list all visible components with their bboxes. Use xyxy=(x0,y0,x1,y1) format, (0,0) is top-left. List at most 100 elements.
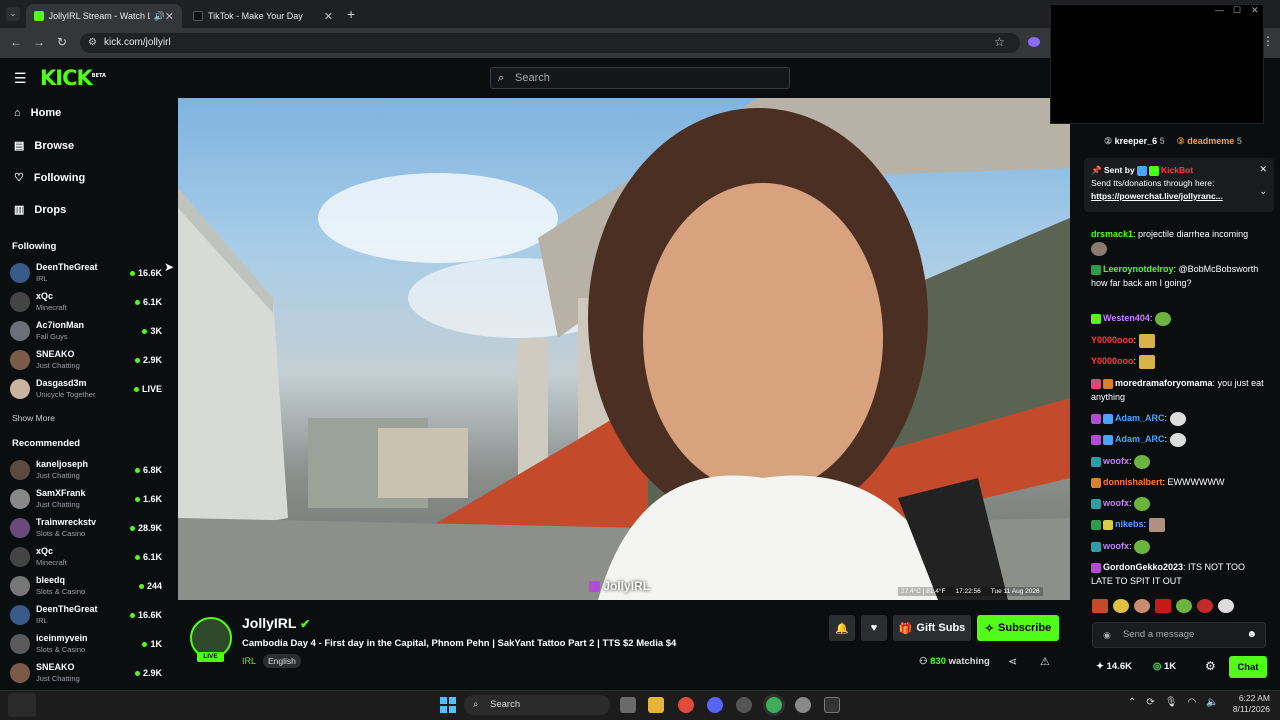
unpin-icon[interactable]: ✕ xyxy=(1259,163,1267,176)
forward-icon[interactable]: → xyxy=(33,35,45,49)
stream-title: Cambodia Day 4 - First day in the Capita… xyxy=(242,638,677,649)
pinned-link[interactable]: https://powerchat.live/jollyranc... xyxy=(1091,190,1267,203)
stream-watermark: JollyIRL xyxy=(589,579,650,593)
chevron-up-icon[interactable]: ⌃ xyxy=(1128,697,1136,708)
microphone-icon[interactable]: 🎙 xyxy=(1165,697,1178,708)
category-link[interactable]: IRL xyxy=(242,656,256,666)
nav-label: Browse xyxy=(34,139,75,152)
close-tab-icon[interactable]: ✕ xyxy=(324,10,333,23)
gift-subs-button[interactable]: 🎁 Gift Subs xyxy=(893,615,971,641)
sub-badge-icon xyxy=(1091,541,1101,552)
task-view-icon[interactable] xyxy=(620,697,636,713)
overlay-window[interactable]: — ☐ ✕ xyxy=(1050,4,1264,124)
terminal-icon[interactable] xyxy=(824,697,840,713)
show-more-link[interactable]: Show More xyxy=(12,413,55,423)
kick-logo[interactable]: KICKBETA xyxy=(40,66,106,90)
site-info-icon[interactable]: ⚙ xyxy=(88,37,97,48)
language-tag[interactable]: English xyxy=(263,654,301,668)
wifi-icon[interactable]: ◠ xyxy=(1187,697,1196,708)
recommended-channel[interactable]: iceinmyvein Slots & Casino 1K xyxy=(10,630,162,658)
emote-icon[interactable] xyxy=(1113,599,1129,613)
coins-stat: ◎ 1K xyxy=(1153,661,1177,672)
leaderboard-entry[interactable]: ② kreeper_6 5 xyxy=(1104,136,1165,147)
sync-icon[interactable]: ⟳ xyxy=(1146,697,1154,708)
following-channel[interactable]: DeenTheGreat IRL 16.6K xyxy=(10,259,162,287)
watermark-logo-icon xyxy=(589,581,600,593)
video-player[interactable]: JollyIRL 27.4°C | 81.4°F 17:22:56 Tue 11… xyxy=(178,98,1070,600)
overlay-maximize-icon[interactable]: ☐ xyxy=(1233,5,1241,16)
notifications-bell-button[interactable]: 🔔 xyxy=(829,615,855,641)
recommended-channel[interactable]: Trainwreckstv Slots & Casino 28.9K xyxy=(10,514,162,542)
recommended-channel[interactable]: bleedq Slots & Casino 244 xyxy=(10,572,162,600)
recommended-channel[interactable]: DeenTheGreat IRL 16.6K xyxy=(10,601,162,629)
emote-icon[interactable] xyxy=(1155,599,1171,613)
tab-tiktok[interactable]: TikTok - Make Your Day ✕ xyxy=(185,4,341,28)
new-tab-icon[interactable]: + xyxy=(347,6,355,22)
system-tray: ⌃ ⟳ 🎙 ◠ 🔈 xyxy=(1128,697,1219,708)
chat-leaderboard: ② kreeper_6 5 ③ deadmeme 5 xyxy=(1104,136,1242,147)
sub-badge-icon xyxy=(1091,456,1101,467)
volume-icon[interactable]: 🔈 xyxy=(1206,697,1218,708)
viewer-count: ⚇ 830 watching xyxy=(919,656,990,667)
overlay-close-icon[interactable]: ✕ xyxy=(1251,5,1259,16)
chat-message: Adam_ARC: xyxy=(1091,411,1266,426)
windows-start-icon[interactable] xyxy=(440,697,456,713)
nav-drops[interactable]: ▥ Drops xyxy=(14,203,66,217)
recommended-channel[interactable]: SamXFrank Just Chatting 1.6K xyxy=(10,485,162,513)
file-explorer-icon[interactable] xyxy=(648,697,664,713)
emote-icon[interactable] xyxy=(1176,599,1192,613)
emote-icon[interactable] xyxy=(1092,599,1108,613)
bookmark-star-icon[interactable]: ☆ xyxy=(994,35,1005,49)
chat-settings-icon[interactable]: ◉ xyxy=(1103,623,1111,647)
nav-following[interactable]: ♡ Following xyxy=(14,171,85,185)
widgets-button[interactable] xyxy=(8,693,36,717)
tab-jollyirl[interactable]: JollyIRL Stream - Watch Live 🔊 ✕ xyxy=(26,4,182,28)
clock[interactable]: 6:22 AM 8/11/2026 xyxy=(1224,693,1270,715)
overlay-minimize-icon[interactable]: — xyxy=(1215,5,1224,15)
chrome-icon[interactable] xyxy=(678,697,694,713)
following-channel[interactable]: SNEAKO Just Chatting 2.9K xyxy=(10,346,162,374)
following-channel[interactable]: Dasgasd3m Unicycle Together LIVE xyxy=(10,375,162,403)
search-input[interactable]: ⌕ Search xyxy=(490,67,790,89)
settings-icon[interactable] xyxy=(795,697,811,713)
channel-name[interactable]: JollyIRL ✔ xyxy=(242,615,310,631)
recommended-channel[interactable]: xQc Minecraft 6.1K xyxy=(10,543,162,571)
nav-browse[interactable]: ▤ Browse xyxy=(14,139,75,153)
following-channel[interactable]: xQc Minecraft 6.1K xyxy=(10,288,162,316)
leaderboard-entry[interactable]: ③ deadmeme 5 xyxy=(1177,136,1242,147)
recommended-channel[interactable]: kaneljoseph Just Chatting 6.8K xyxy=(10,456,162,484)
chat-send-button[interactable]: Chat xyxy=(1229,656,1267,678)
app-icon[interactable] xyxy=(736,697,752,713)
emoji-icon[interactable]: ☻ xyxy=(1246,623,1257,647)
tab-search-button[interactable]: ⌄ xyxy=(6,7,20,21)
report-icon[interactable]: ⚠ xyxy=(1040,655,1050,668)
gifter-badge-icon xyxy=(1103,378,1113,389)
chat-input[interactable]: ◉ Send a message ☻ xyxy=(1092,622,1266,648)
reload-icon[interactable]: ↻ xyxy=(57,35,67,49)
follow-button[interactable]: ♥ xyxy=(861,615,887,641)
subscribe-button[interactable]: ✧ Subscribe xyxy=(977,615,1059,641)
chrome-active-icon[interactable] xyxy=(766,697,782,713)
emote-icon xyxy=(1154,311,1171,326)
emote-icon xyxy=(1091,241,1107,256)
back-icon[interactable]: ← xyxy=(10,35,22,49)
settings-gear-icon[interactable]: ⚙ xyxy=(1205,659,1216,673)
emote-icon xyxy=(1138,333,1155,348)
emote-icon[interactable] xyxy=(1197,599,1213,613)
share-icon[interactable]: ⋖ xyxy=(1008,655,1017,668)
extension-icon[interactable] xyxy=(1028,37,1040,47)
discord-icon[interactable] xyxy=(707,697,723,713)
collapse-chevron-icon[interactable]: ⌄ xyxy=(1259,185,1267,198)
chat-message: GordonGekko2023: ITS NOT TOO LATE TO SPI… xyxy=(1091,562,1246,586)
tiktok-favicon-icon xyxy=(193,11,203,21)
close-tab-icon[interactable]: ✕ xyxy=(165,10,174,23)
following-channel[interactable]: Ac7ionMan Fall Guys 3K xyxy=(10,317,162,345)
coin-icon: ◎ xyxy=(1153,661,1162,672)
hamburger-menu-icon[interactable]: ☰ xyxy=(14,70,27,87)
taskbar-search[interactable]: ⌕ Search xyxy=(464,695,610,715)
emote-icon[interactable] xyxy=(1218,599,1234,613)
url-field[interactable]: kick.com/jollyirl xyxy=(80,33,1020,53)
nav-home[interactable]: ⌂ Home xyxy=(14,107,61,119)
emote-icon[interactable] xyxy=(1134,599,1150,613)
recommended-channel[interactable]: SNEAKO Just Chatting 2.9K xyxy=(10,659,162,687)
